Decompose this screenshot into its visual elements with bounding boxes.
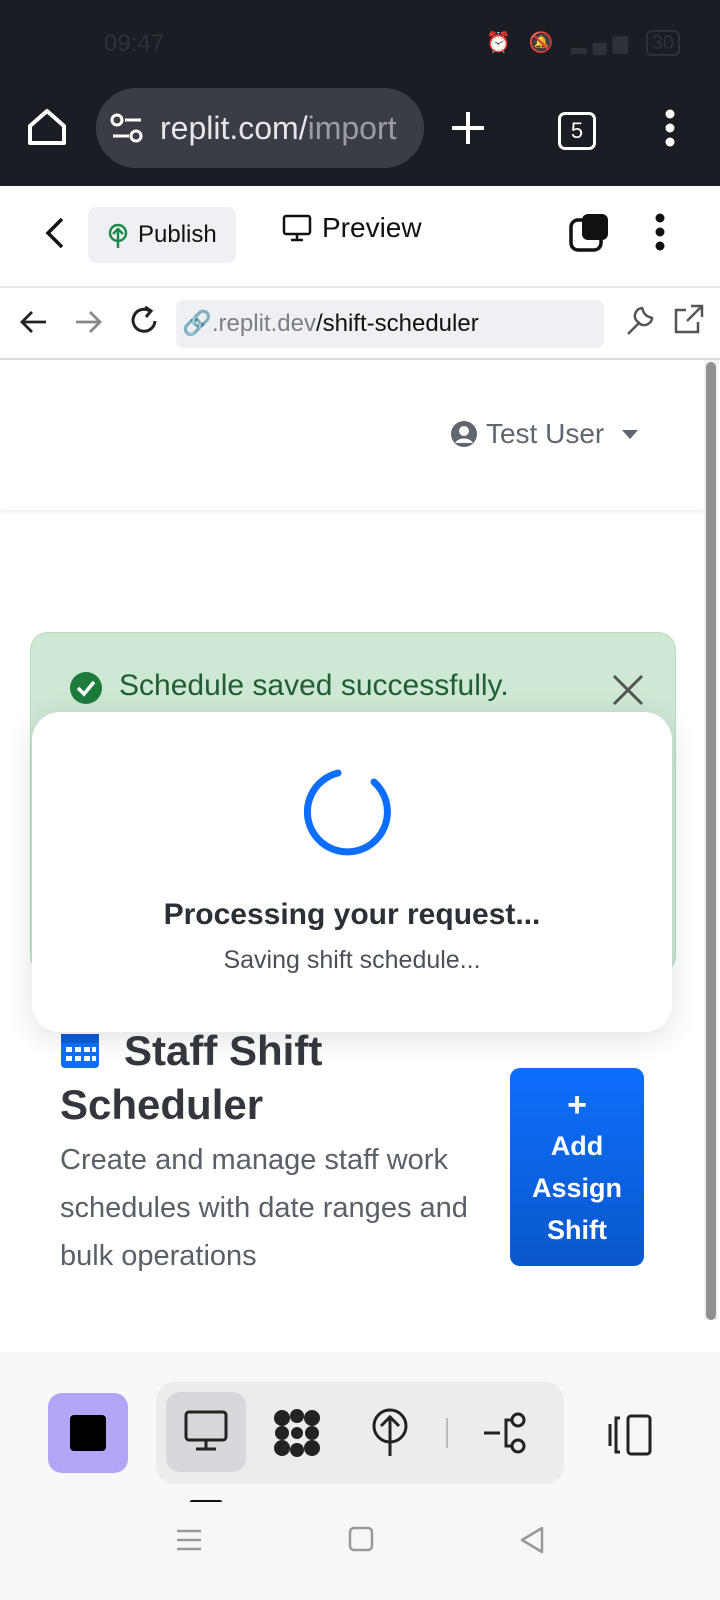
back-nav-icon[interactable] [520,1526,544,1554]
modal-subtitle: Saving shift schedule... [223,946,481,974]
monitor-icon [282,214,312,242]
git-branch-icon[interactable] [482,1412,528,1454]
browser-toolbar: replit.com/import 5 [0,88,720,186]
url-text: replit.com/import [160,110,397,147]
battery-icon: 30 [645,30,680,56]
home-icon[interactable] [26,106,68,148]
plus-icon: + [567,1086,587,1124]
scrollbar-thumb[interactable] [706,362,716,1320]
wrench-icon[interactable] [622,304,654,338]
home-nav-icon[interactable] [348,1526,374,1552]
modal-title: Processing your request... [163,898,541,931]
more-menu-icon[interactable] [654,212,666,252]
back-chevron-icon[interactable] [44,216,66,250]
user-avatar-icon [450,421,477,447]
preview-label: Preview [322,212,422,243]
nav-back-icon[interactable] [18,308,48,336]
publish-button[interactable]: Publish [88,207,236,263]
caret-down-icon [622,430,638,439]
preview-url-field[interactable]: 🔗.replit.dev/shift-scheduler [176,300,604,348]
preview-url-path: /shift-scheduler [315,310,479,337]
add-assign-shift-label: Add Assign Shift [531,1131,623,1245]
check-circle-icon [70,672,102,704]
tool-preview[interactable] [166,1392,246,1472]
tool-divider [446,1418,448,1448]
tab-switcher-button[interactable]: 5 [558,112,596,150]
agent-icon[interactable] [272,1408,322,1458]
mute-icon: 🔕 [528,32,560,54]
publish-label: Publish [138,221,217,248]
url-host: replit.com/ [160,110,308,146]
alarm-icon: ⏰ [486,32,518,54]
user-dropdown[interactable]: Test User [450,418,638,450]
page-title: Staff Shift Scheduler [60,1024,480,1132]
user-name: Test User [485,418,605,449]
status-bar: 09:47 ⏰ 🔕 ▂▄▆ 30 [0,0,720,88]
monitor-icon [184,1410,228,1451]
link-icon: 🔗 [182,310,212,337]
reload-icon[interactable] [128,304,160,338]
system-nav-bar [0,1502,720,1600]
new-tab-icon[interactable] [450,110,486,146]
stop-button[interactable] [48,1393,128,1473]
panel-toggle-icon[interactable] [606,1414,654,1456]
browser-menu-icon[interactable] [664,108,676,148]
replit-toolbar: Publish Preview [0,186,720,288]
close-icon[interactable] [611,673,645,707]
publish-icon [108,223,128,248]
deploy-icon[interactable] [370,1408,410,1458]
site-settings-icon[interactable] [110,112,144,144]
stop-icon [70,1415,106,1451]
status-icons: ⏰ 🔕 ▂▄▆ 30 [486,30,680,56]
workspace-bottom-bar [0,1352,720,1504]
signal-icon: ▂▄▆ [571,32,635,54]
preview-tab[interactable]: Preview [282,212,422,244]
page-description: Create and manage staff work schedules w… [60,1144,468,1272]
open-external-icon[interactable] [674,304,704,336]
add-assign-shift-button[interactable]: + Add Assign Shift [510,1068,644,1266]
url-path: import [307,110,397,146]
recents-icon[interactable] [176,1528,202,1552]
loading-spinner-icon [304,769,391,856]
url-pill[interactable]: replit.com/import [96,88,424,168]
alert-message: Schedule saved successfully. [119,669,509,702]
processing-modal: Processing your request... Saving shift … [32,712,672,1032]
preview-address-bar: 🔗.replit.dev/shift-scheduler [0,288,720,360]
preview-url-domain: .replit.dev [211,310,316,337]
workspace-tool-group [156,1382,564,1484]
calendar-icon [61,1034,99,1068]
nav-forward-icon[interactable] [74,308,104,336]
app-navbar: Test User [0,360,704,510]
tabs-overview-icon[interactable] [568,212,612,254]
status-time: 09:47 [104,30,165,57]
